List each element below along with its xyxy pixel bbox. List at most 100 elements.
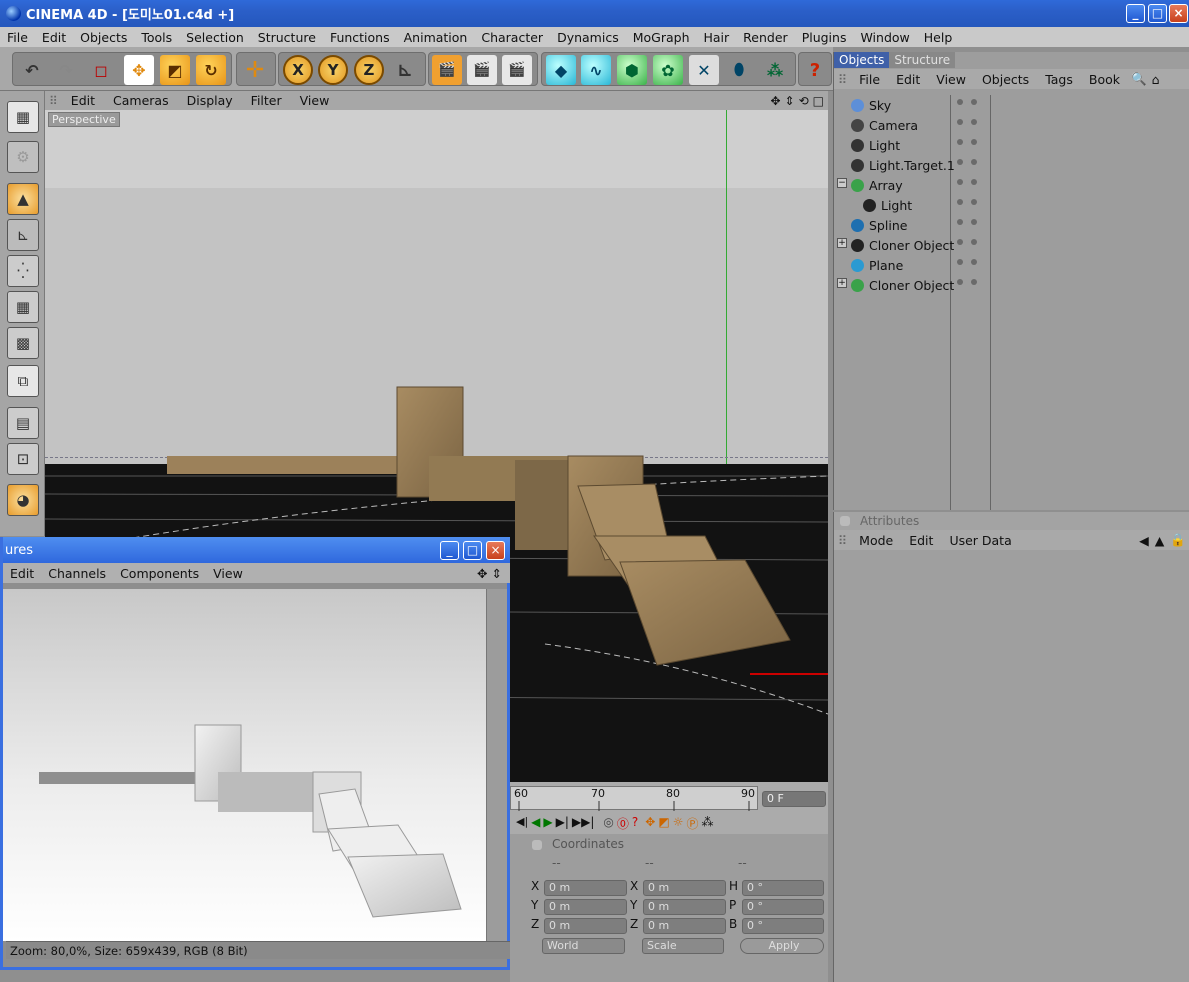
key-pla-icon[interactable]: ⁂ xyxy=(701,815,713,832)
objects-menu-view[interactable]: View xyxy=(928,72,974,87)
editor-visibility-dot[interactable] xyxy=(957,219,963,225)
pv-menu-components[interactable]: Components xyxy=(113,566,206,581)
scene-icon[interactable]: ⬮ xyxy=(724,55,754,85)
render-visibility-dot[interactable] xyxy=(971,279,977,285)
object-row[interactable]: + Cloner Object xyxy=(834,275,1189,295)
editor-visibility-dot[interactable] xyxy=(957,139,963,145)
render-visibility-dot[interactable] xyxy=(971,219,977,225)
particles-icon[interactable]: ⁂ xyxy=(760,55,790,85)
menu-character[interactable]: Character xyxy=(474,30,550,45)
viewport-menu-display[interactable]: Display xyxy=(178,93,242,108)
axis-mode-icon[interactable]: ⊡ xyxy=(7,443,39,475)
panel-close-icon[interactable] xyxy=(840,516,850,526)
render-visibility-dot[interactable] xyxy=(971,239,977,245)
menu-animation[interactable]: Animation xyxy=(397,30,475,45)
tree-expander-icon[interactable]: + xyxy=(837,238,847,248)
pv-move-icon[interactable]: ✥ xyxy=(475,566,489,581)
undo-icon[interactable]: ↶ xyxy=(17,55,47,85)
minimize-button[interactable]: _ xyxy=(1126,4,1145,23)
close-button[interactable]: × xyxy=(1169,4,1188,23)
pv-zoom-icon[interactable]: ⇕ xyxy=(490,566,510,581)
pos-x-field[interactable]: 0 m xyxy=(544,880,627,896)
z-axis-lock-button[interactable]: Z xyxy=(354,55,384,85)
rot-b-field[interactable]: 0 ° xyxy=(742,918,824,934)
render-visibility-dot[interactable] xyxy=(971,119,977,125)
attributes-menu-user-data[interactable]: User Data xyxy=(941,533,1019,548)
editor-visibility-dot[interactable] xyxy=(957,259,963,265)
edges-mode-icon[interactable]: ▦ xyxy=(7,291,39,323)
move-icon[interactable]: ✥ xyxy=(124,55,154,85)
object-name[interactable]: Plane xyxy=(869,258,903,273)
keyframe-help-icon[interactable]: ? xyxy=(632,815,638,832)
render-visibility-dot[interactable] xyxy=(971,179,977,185)
objects-menu-edit[interactable]: Edit xyxy=(888,72,928,87)
menu-selection[interactable]: Selection xyxy=(179,30,251,45)
viewport-rotate-icon[interactable]: ⟲ xyxy=(797,94,811,108)
lock-icon[interactable]: 🔒 xyxy=(1167,532,1189,548)
camera-tool-icon[interactable]: ⚙ xyxy=(7,141,39,173)
object-name[interactable]: Spline xyxy=(869,218,907,233)
tab-objects[interactable]: Objects xyxy=(834,52,890,68)
panel-close-icon[interactable] xyxy=(532,840,542,850)
attributes-menu-mode[interactable]: Mode xyxy=(851,533,901,548)
size-y-field[interactable]: 0 m xyxy=(643,899,726,915)
pv-maximize-button[interactable]: □ xyxy=(463,541,482,560)
object-row[interactable]: Light xyxy=(834,135,1189,155)
menu-tools[interactable]: Tools xyxy=(134,30,179,45)
texture-mode-icon[interactable]: ⧉ xyxy=(7,365,39,397)
objects-menu-book[interactable]: Book xyxy=(1081,72,1128,87)
editor-visibility-dot[interactable] xyxy=(957,279,963,285)
use-model-icon[interactable]: ▲ xyxy=(7,183,39,215)
menu-objects[interactable]: Objects xyxy=(73,30,134,45)
object-row[interactable]: − Array xyxy=(834,175,1189,195)
editor-visibility-dot[interactable] xyxy=(957,199,963,205)
pv-minimize-button[interactable]: _ xyxy=(440,541,459,560)
menu-mograph[interactable]: MoGraph xyxy=(626,30,697,45)
object-name[interactable]: Cloner Object xyxy=(869,278,954,293)
key-scale-icon[interactable]: ◩ xyxy=(658,815,669,832)
object-row[interactable]: Spline xyxy=(834,215,1189,235)
timeline-ruler[interactable]: 60 70 80 90 xyxy=(510,786,758,811)
key-parameter-icon[interactable]: Ⓟ xyxy=(686,815,698,832)
tree-expander-icon[interactable]: − xyxy=(837,178,847,188)
render-to-picture-viewer-icon[interactable]: 🎬 xyxy=(502,55,532,85)
rot-h-field[interactable]: 0 ° xyxy=(742,880,824,896)
prev-key-icon[interactable]: ◀| xyxy=(516,815,528,832)
points-mode-icon[interactable]: ⁛ xyxy=(7,255,39,287)
viewport-zoom-icon[interactable]: ⇕ xyxy=(783,94,797,108)
go-to-end-icon[interactable]: ▶▶| xyxy=(572,815,595,832)
render-visibility-dot[interactable] xyxy=(971,259,977,265)
up-arrow-icon[interactable]: ▲ xyxy=(1152,533,1168,548)
object-name[interactable]: Cloner Object xyxy=(869,238,954,253)
objects-menu-file[interactable]: File xyxy=(851,72,888,87)
menu-edit[interactable]: Edit xyxy=(35,30,73,45)
y-axis-lock-button[interactable]: Y xyxy=(318,55,348,85)
workplane-icon[interactable]: ▤ xyxy=(7,407,39,439)
object-name[interactable]: Light xyxy=(881,198,912,213)
viewport-menu-filter[interactable]: Filter xyxy=(242,93,291,108)
key-rotation-icon[interactable]: ☼ xyxy=(673,815,684,832)
editor-visibility-dot[interactable] xyxy=(957,179,963,185)
x-axis-lock-button[interactable]: X xyxy=(283,55,313,85)
editor-visibility-dot[interactable] xyxy=(957,119,963,125)
size-z-field[interactable]: 0 m xyxy=(643,918,726,934)
size-mode-select[interactable]: Scale xyxy=(642,938,724,954)
maximize-button[interactable]: □ xyxy=(1148,4,1167,23)
objects-menu-objects[interactable]: Objects xyxy=(974,72,1037,87)
pv-menu-edit[interactable]: Edit xyxy=(3,566,41,581)
tree-expander-icon[interactable]: + xyxy=(837,278,847,288)
menu-hair[interactable]: Hair xyxy=(697,30,737,45)
menu-functions[interactable]: Functions xyxy=(323,30,397,45)
object-row[interactable]: Light xyxy=(834,195,1189,215)
object-row[interactable]: Sky xyxy=(834,95,1189,115)
polygons-mode-icon[interactable]: ▩ xyxy=(7,327,39,359)
key-position-icon[interactable]: ✥ xyxy=(645,815,655,832)
render-visibility-dot[interactable] xyxy=(971,99,977,105)
pv-close-button[interactable]: × xyxy=(486,541,505,560)
object-name[interactable]: Sky xyxy=(869,98,891,113)
editor-visibility-dot[interactable] xyxy=(957,159,963,165)
pv-menu-view[interactable]: View xyxy=(206,566,250,581)
layout-icon[interactable]: ▦ xyxy=(7,101,39,133)
render-view-icon[interactable]: 🎬 xyxy=(432,55,462,85)
redo-icon[interactable]: ↷ xyxy=(51,55,81,85)
